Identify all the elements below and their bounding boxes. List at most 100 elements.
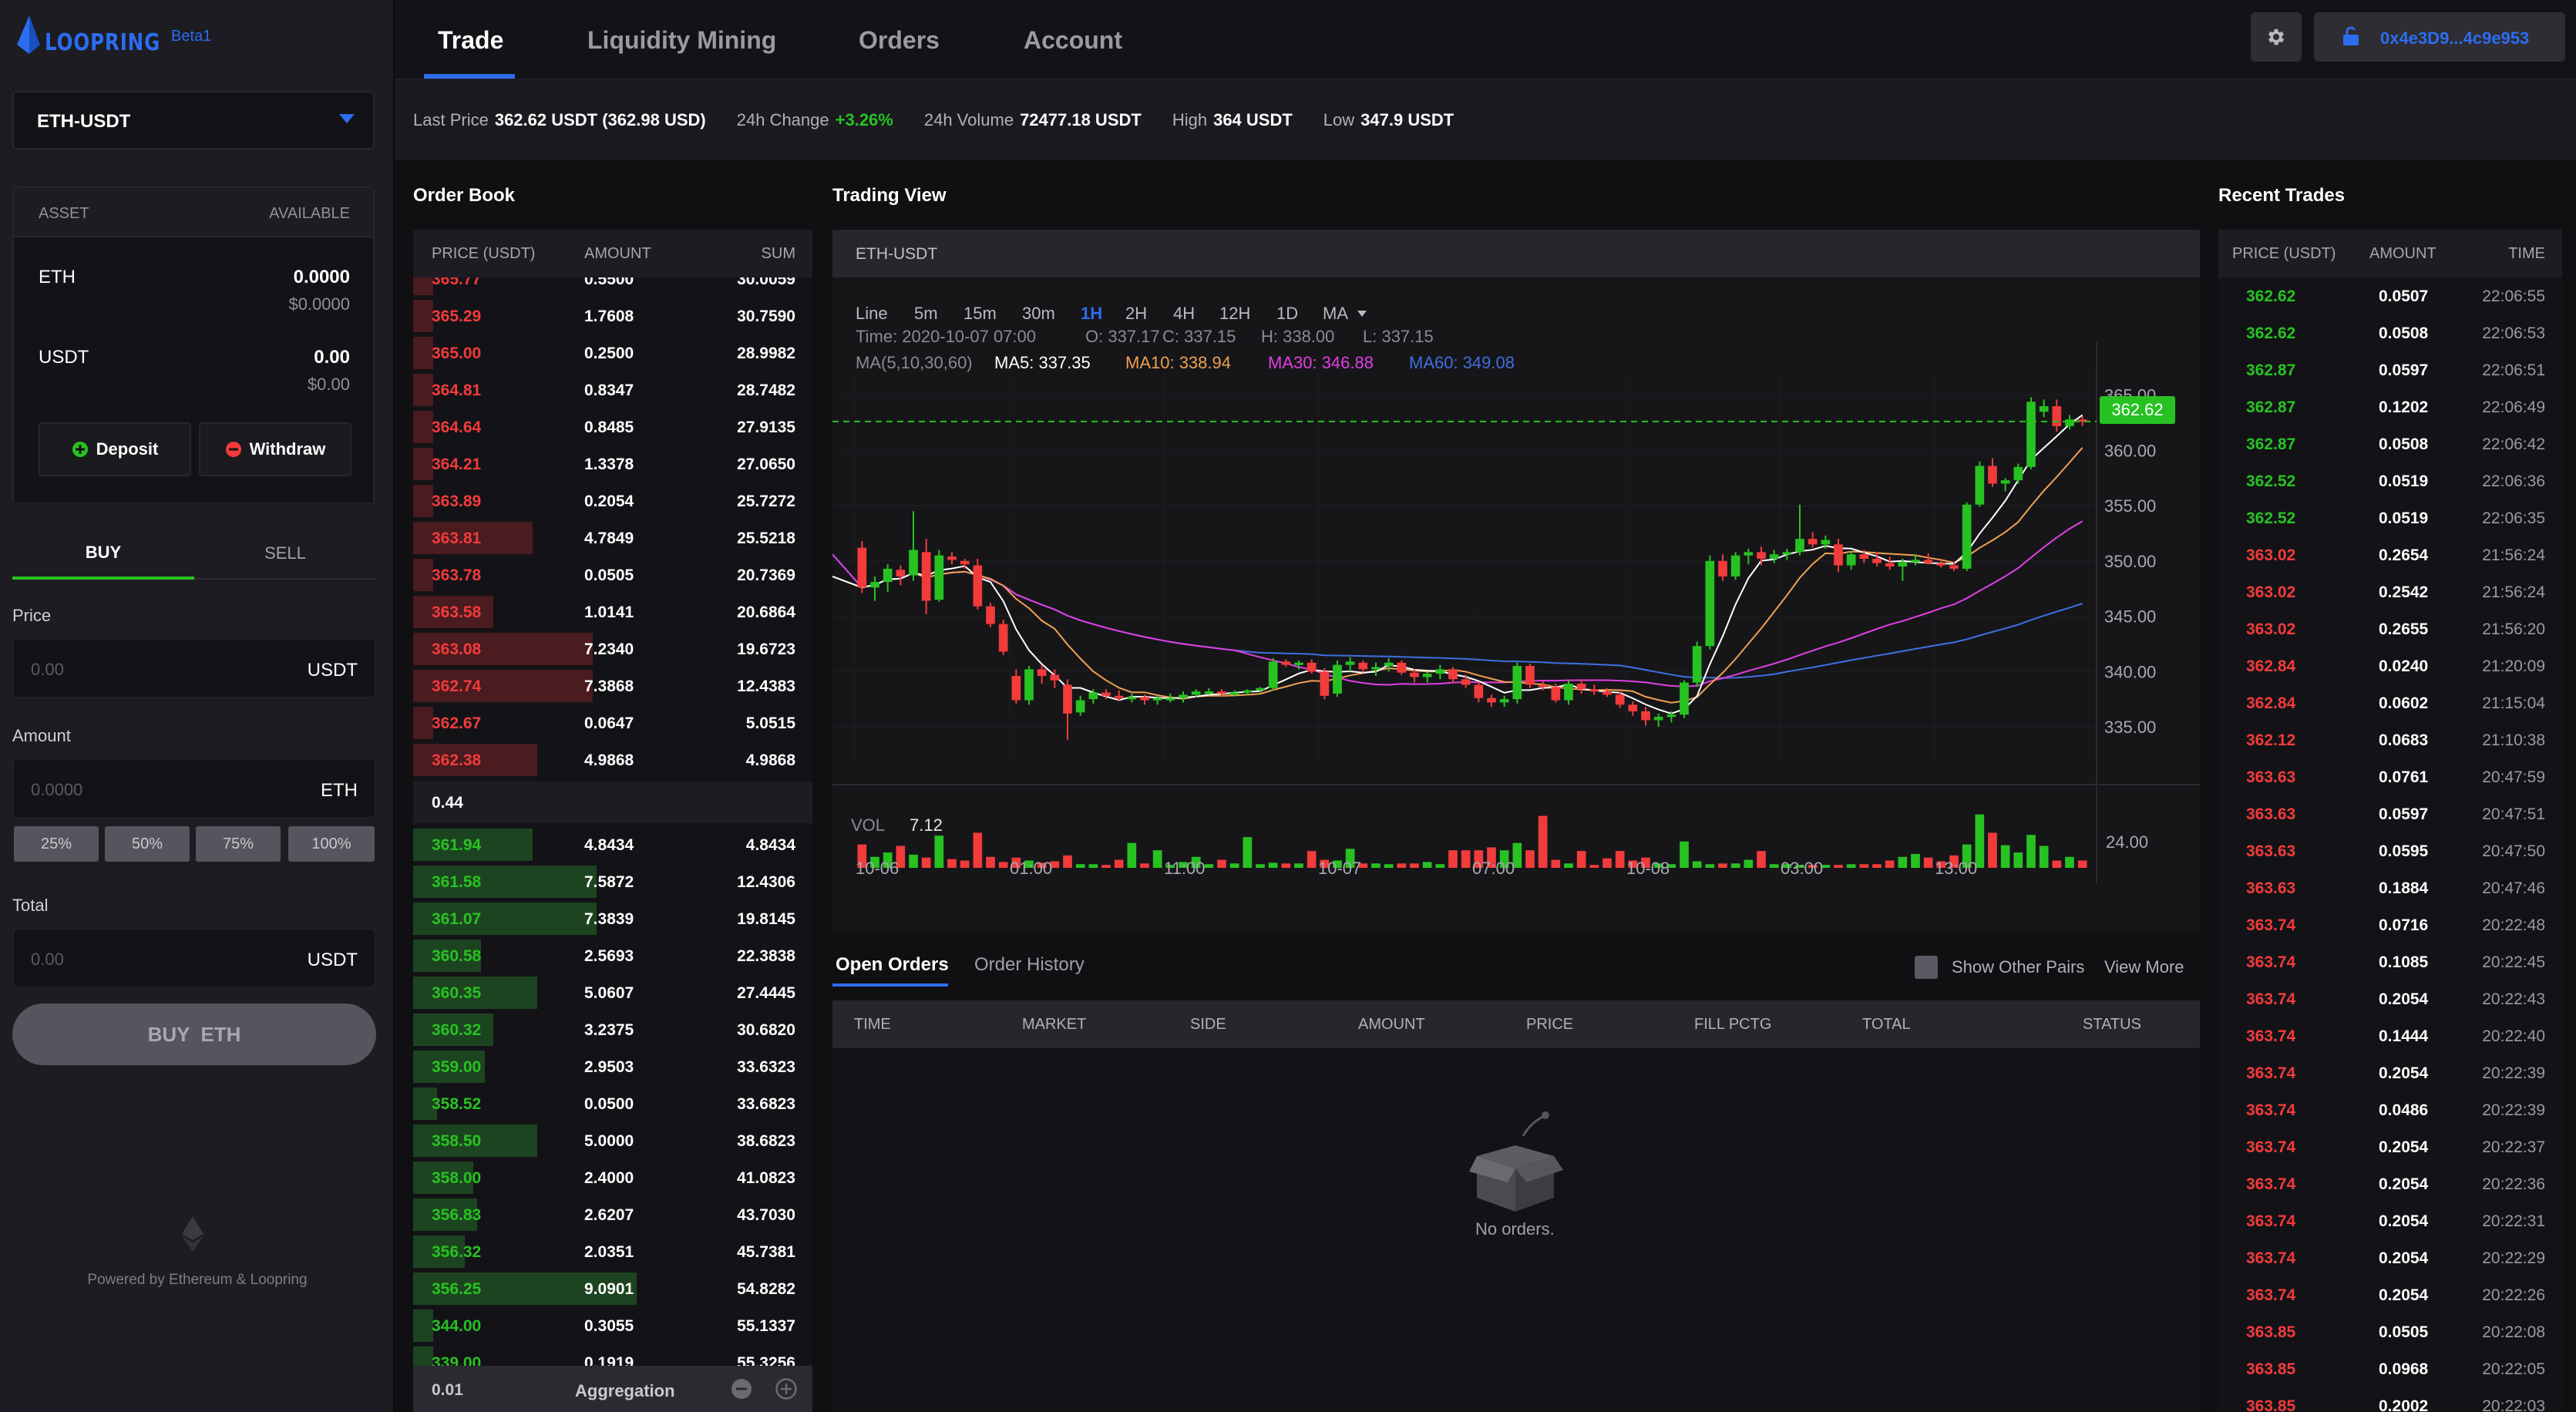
ob-amount-header: AMOUNT xyxy=(584,245,651,262)
order-book-row[interactable]: 361.07 7.3839 19.8145 xyxy=(413,900,812,937)
loopring-logo[interactable]: LOOPRING xyxy=(15,14,162,57)
order-book-row[interactable]: 364.21 1.3378 27.0650 xyxy=(413,445,812,482)
ob-sum: 28.9982 xyxy=(737,345,795,362)
order-book-row[interactable]: 360.35 5.0607 27.4445 xyxy=(413,974,812,1011)
settings-button[interactable] xyxy=(2251,12,2302,62)
trade-row: 363.74 0.2054 20:22:26 xyxy=(2218,1276,2562,1313)
x-tick-label: 10-07 xyxy=(1318,859,1361,878)
trade-price: 362.84 xyxy=(2246,694,2296,712)
volume-bar xyxy=(1589,865,1599,868)
order-book-row[interactable]: 363.78 0.0505 20.7369 xyxy=(413,556,812,593)
order-book-row[interactable]: 344.00 0.3055 55.1337 xyxy=(413,1307,812,1344)
candle-body xyxy=(1666,714,1676,718)
order-book-row[interactable]: 365.29 1.7608 30.7590 xyxy=(413,298,812,335)
last-price-label: Last Price xyxy=(413,110,489,129)
trade-price: 362.87 xyxy=(2246,361,2296,379)
total-label: Total xyxy=(12,896,49,915)
order-book-row[interactable]: 362.38 4.9868 4.9868 xyxy=(413,741,812,777)
pct-75-button[interactable]: 75% xyxy=(196,826,281,862)
order-book-row[interactable]: 362.74 7.3868 12.4383 xyxy=(413,667,812,704)
volume-bar xyxy=(1204,864,1214,868)
tab-liquidity-mining[interactable]: Liquidity Mining xyxy=(587,0,776,80)
volume-bar xyxy=(1718,863,1727,868)
volume-bar xyxy=(1744,859,1754,868)
tab-open-orders[interactable]: Open Orders xyxy=(836,954,949,976)
tab-orders[interactable]: Orders xyxy=(859,0,940,80)
ob-price: 364.64 xyxy=(432,419,482,436)
order-book-row[interactable]: 356.25 9.0901 54.8282 xyxy=(413,1270,812,1307)
trade-time: 22:06:35 xyxy=(2482,509,2545,527)
candle-body xyxy=(1281,661,1291,665)
ob-sum: 54.8282 xyxy=(737,1280,795,1298)
market-selector[interactable]: ETH-USDT xyxy=(12,91,375,150)
price-field[interactable]: 0.00 USDT xyxy=(12,638,376,698)
candle-body xyxy=(1294,662,1303,665)
order-book-row[interactable]: 363.08 7.2340 19.6723 xyxy=(413,630,812,667)
show-other-pairs-checkbox[interactable] xyxy=(1915,956,1938,979)
trade-row: 363.85 0.0968 20:22:05 xyxy=(2218,1350,2562,1387)
order-book-row[interactable]: 360.32 3.2375 30.6820 xyxy=(413,1011,812,1048)
plus-circle-icon[interactable] xyxy=(775,1378,797,1400)
deposit-label: Deposit xyxy=(96,439,159,459)
order-book-row[interactable]: 358.52 0.0500 33.6823 xyxy=(413,1085,812,1122)
ob-sum: 19.6723 xyxy=(737,640,795,658)
y-tick-label: 345.00 xyxy=(2104,607,2156,627)
ob-price: 363.81 xyxy=(432,530,482,547)
trade-amount: 0.2054 xyxy=(2379,1212,2429,1230)
chart-area: Line 5m 15m 30m 1H 2H 4H 12H 1D MA Time:… xyxy=(832,277,2200,933)
order-book-row[interactable]: 358.00 2.4000 41.0823 xyxy=(413,1159,812,1196)
trade-price: 363.02 xyxy=(2246,583,2296,601)
tab-order-history[interactable]: Order History xyxy=(974,954,1085,976)
change-value: +3.26% xyxy=(835,110,893,129)
y-tick-label: 360.00 xyxy=(2104,441,2156,460)
pct-25-button[interactable]: 25% xyxy=(14,826,99,862)
volume-bar xyxy=(1615,851,1625,868)
order-book-row[interactable]: 363.58 1.0141 20.6864 xyxy=(413,593,812,630)
order-book-row[interactable]: 358.50 5.0000 38.6823 xyxy=(413,1122,812,1159)
order-book-row[interactable]: 365.77 0.5500 30.0059 xyxy=(413,277,812,298)
order-book-row[interactable]: 356.32 2.0351 45.7381 xyxy=(413,1233,812,1270)
order-book-row[interactable]: 360.58 2.5693 22.3838 xyxy=(413,937,812,974)
amount-field[interactable]: 0.0000 ETH xyxy=(12,758,376,819)
candlestick-chart[interactable]: 365.00360.00355.00350.00345.00340.00335.… xyxy=(832,277,2200,933)
pct-100-button[interactable]: 100% xyxy=(288,826,375,862)
order-book-row[interactable]: 364.81 0.8347 28.7482 xyxy=(413,371,812,408)
vol-label: VOL xyxy=(851,815,886,835)
order-book-row[interactable]: 365.00 0.2500 28.9982 xyxy=(413,335,812,371)
tab-account[interactable]: Account xyxy=(1024,0,1122,80)
order-book-row[interactable]: 363.81 4.7849 25.5218 xyxy=(413,519,812,556)
buy-tab[interactable]: BUY xyxy=(12,529,194,580)
trade-price: 363.74 xyxy=(2246,990,2296,1008)
volume-bar xyxy=(2077,860,2087,868)
y-tick-label: 355.00 xyxy=(2104,496,2156,516)
order-book-row[interactable]: 356.83 2.6207 43.7030 xyxy=(413,1196,812,1233)
order-book-row[interactable]: 363.89 0.2054 25.7272 xyxy=(413,482,812,519)
trade-row: 363.63 0.0597 20:47:51 xyxy=(2218,795,2562,832)
withdraw-button[interactable]: Withdraw xyxy=(199,422,351,476)
minus-circle-icon[interactable] xyxy=(731,1378,752,1400)
order-book-row[interactable]: 362.67 0.0647 5.0515 xyxy=(413,704,812,741)
order-book-row[interactable]: 361.58 7.5872 12.4306 xyxy=(413,863,812,900)
sell-tab[interactable]: SELL xyxy=(194,529,376,580)
trade-price: 363.85 xyxy=(2246,1323,2296,1341)
pct-50-button[interactable]: 50% xyxy=(105,826,190,862)
total-field[interactable]: 0.00 USDT xyxy=(12,928,376,988)
trade-amount: 0.0968 xyxy=(2379,1360,2429,1378)
ob-price: 363.08 xyxy=(432,640,482,658)
trade-price: 363.74 xyxy=(2246,1027,2296,1045)
order-book-row[interactable]: 359.00 2.9503 33.6323 xyxy=(413,1048,812,1085)
order-book-row[interactable]: 361.94 4.8434 4.8434 xyxy=(413,826,812,863)
trade-row: 363.74 0.2054 20:22:37 xyxy=(2218,1128,2562,1165)
recent-trades: PRICE (USDT) AMOUNT TIME 362.62 0.0507 22:… xyxy=(2218,230,2562,1412)
order-book-row[interactable]: 339.00 0.1919 55.3256 xyxy=(413,1344,812,1366)
tab-trade[interactable]: Trade xyxy=(438,0,503,80)
aggregation-bar: 0.01 Aggregation xyxy=(413,1366,812,1412)
wallet-button[interactable]: 0x4e3D9...4c9e953 xyxy=(2314,12,2565,62)
trade-row: 362.52 0.0519 22:06:36 xyxy=(2218,462,2562,499)
view-more-link[interactable]: View More xyxy=(2104,957,2184,977)
deposit-button[interactable]: Deposit xyxy=(39,422,191,476)
buy-eth-button[interactable]: BUY ETH xyxy=(12,1004,376,1065)
trade-amount: 0.0486 xyxy=(2379,1101,2429,1119)
order-book-row[interactable]: 364.64 0.8485 27.9135 xyxy=(413,408,812,445)
amount-placeholder: 0.0000 xyxy=(31,780,83,799)
